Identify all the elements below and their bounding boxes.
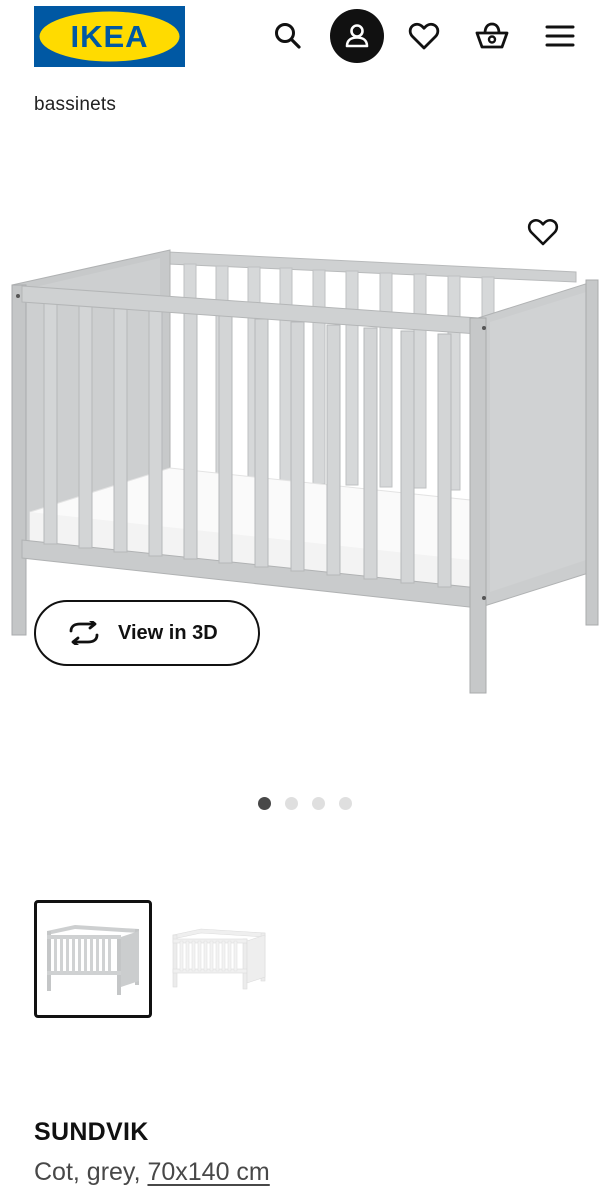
profile-button[interactable]	[330, 9, 384, 63]
thumbnail-white[interactable]	[160, 900, 278, 1018]
breadcrumb[interactable]: bassinets	[34, 94, 116, 116]
product-type-color: Cot, grey,	[34, 1158, 148, 1186]
rotate-3d-icon	[69, 621, 99, 645]
profile-icon	[345, 24, 369, 48]
ikea-logo-mark: IKEA	[39, 11, 180, 62]
view-in-3d-label: View in 3D	[118, 621, 218, 644]
carousel-dot[interactable]	[258, 797, 271, 810]
product-name: SUNDVIK	[34, 1118, 149, 1146]
crib-thumbnail-white	[172, 928, 266, 990]
cart-button[interactable]	[465, 9, 519, 63]
logo-text: IKEA	[70, 19, 148, 54]
view-in-3d-button[interactable]: View in 3D	[34, 600, 260, 666]
ikea-logo[interactable]: IKEA	[34, 6, 185, 67]
carousel-dot[interactable]	[312, 797, 325, 810]
thumbnail-grey[interactable]	[34, 900, 152, 1018]
heart-icon	[527, 219, 559, 246]
menu-button[interactable]	[533, 9, 587, 63]
save-to-favourites-button[interactable]	[521, 210, 565, 254]
cart-icon	[475, 22, 509, 49]
carousel-dot[interactable]	[339, 797, 352, 810]
favourites-button[interactable]	[397, 9, 451, 63]
carousel-dot[interactable]	[285, 797, 298, 810]
carousel-dots	[258, 797, 352, 810]
crib-thumbnail-grey	[47, 925, 139, 995]
product-description: Cot, grey, 70x140 cm	[34, 1158, 270, 1187]
product-size-link[interactable]: 70x140 cm	[147, 1158, 269, 1186]
menu-icon	[545, 25, 575, 47]
search-icon	[275, 23, 301, 49]
header: IKEA	[0, 0, 612, 72]
heart-icon	[408, 22, 440, 50]
search-button[interactable]	[261, 9, 315, 63]
